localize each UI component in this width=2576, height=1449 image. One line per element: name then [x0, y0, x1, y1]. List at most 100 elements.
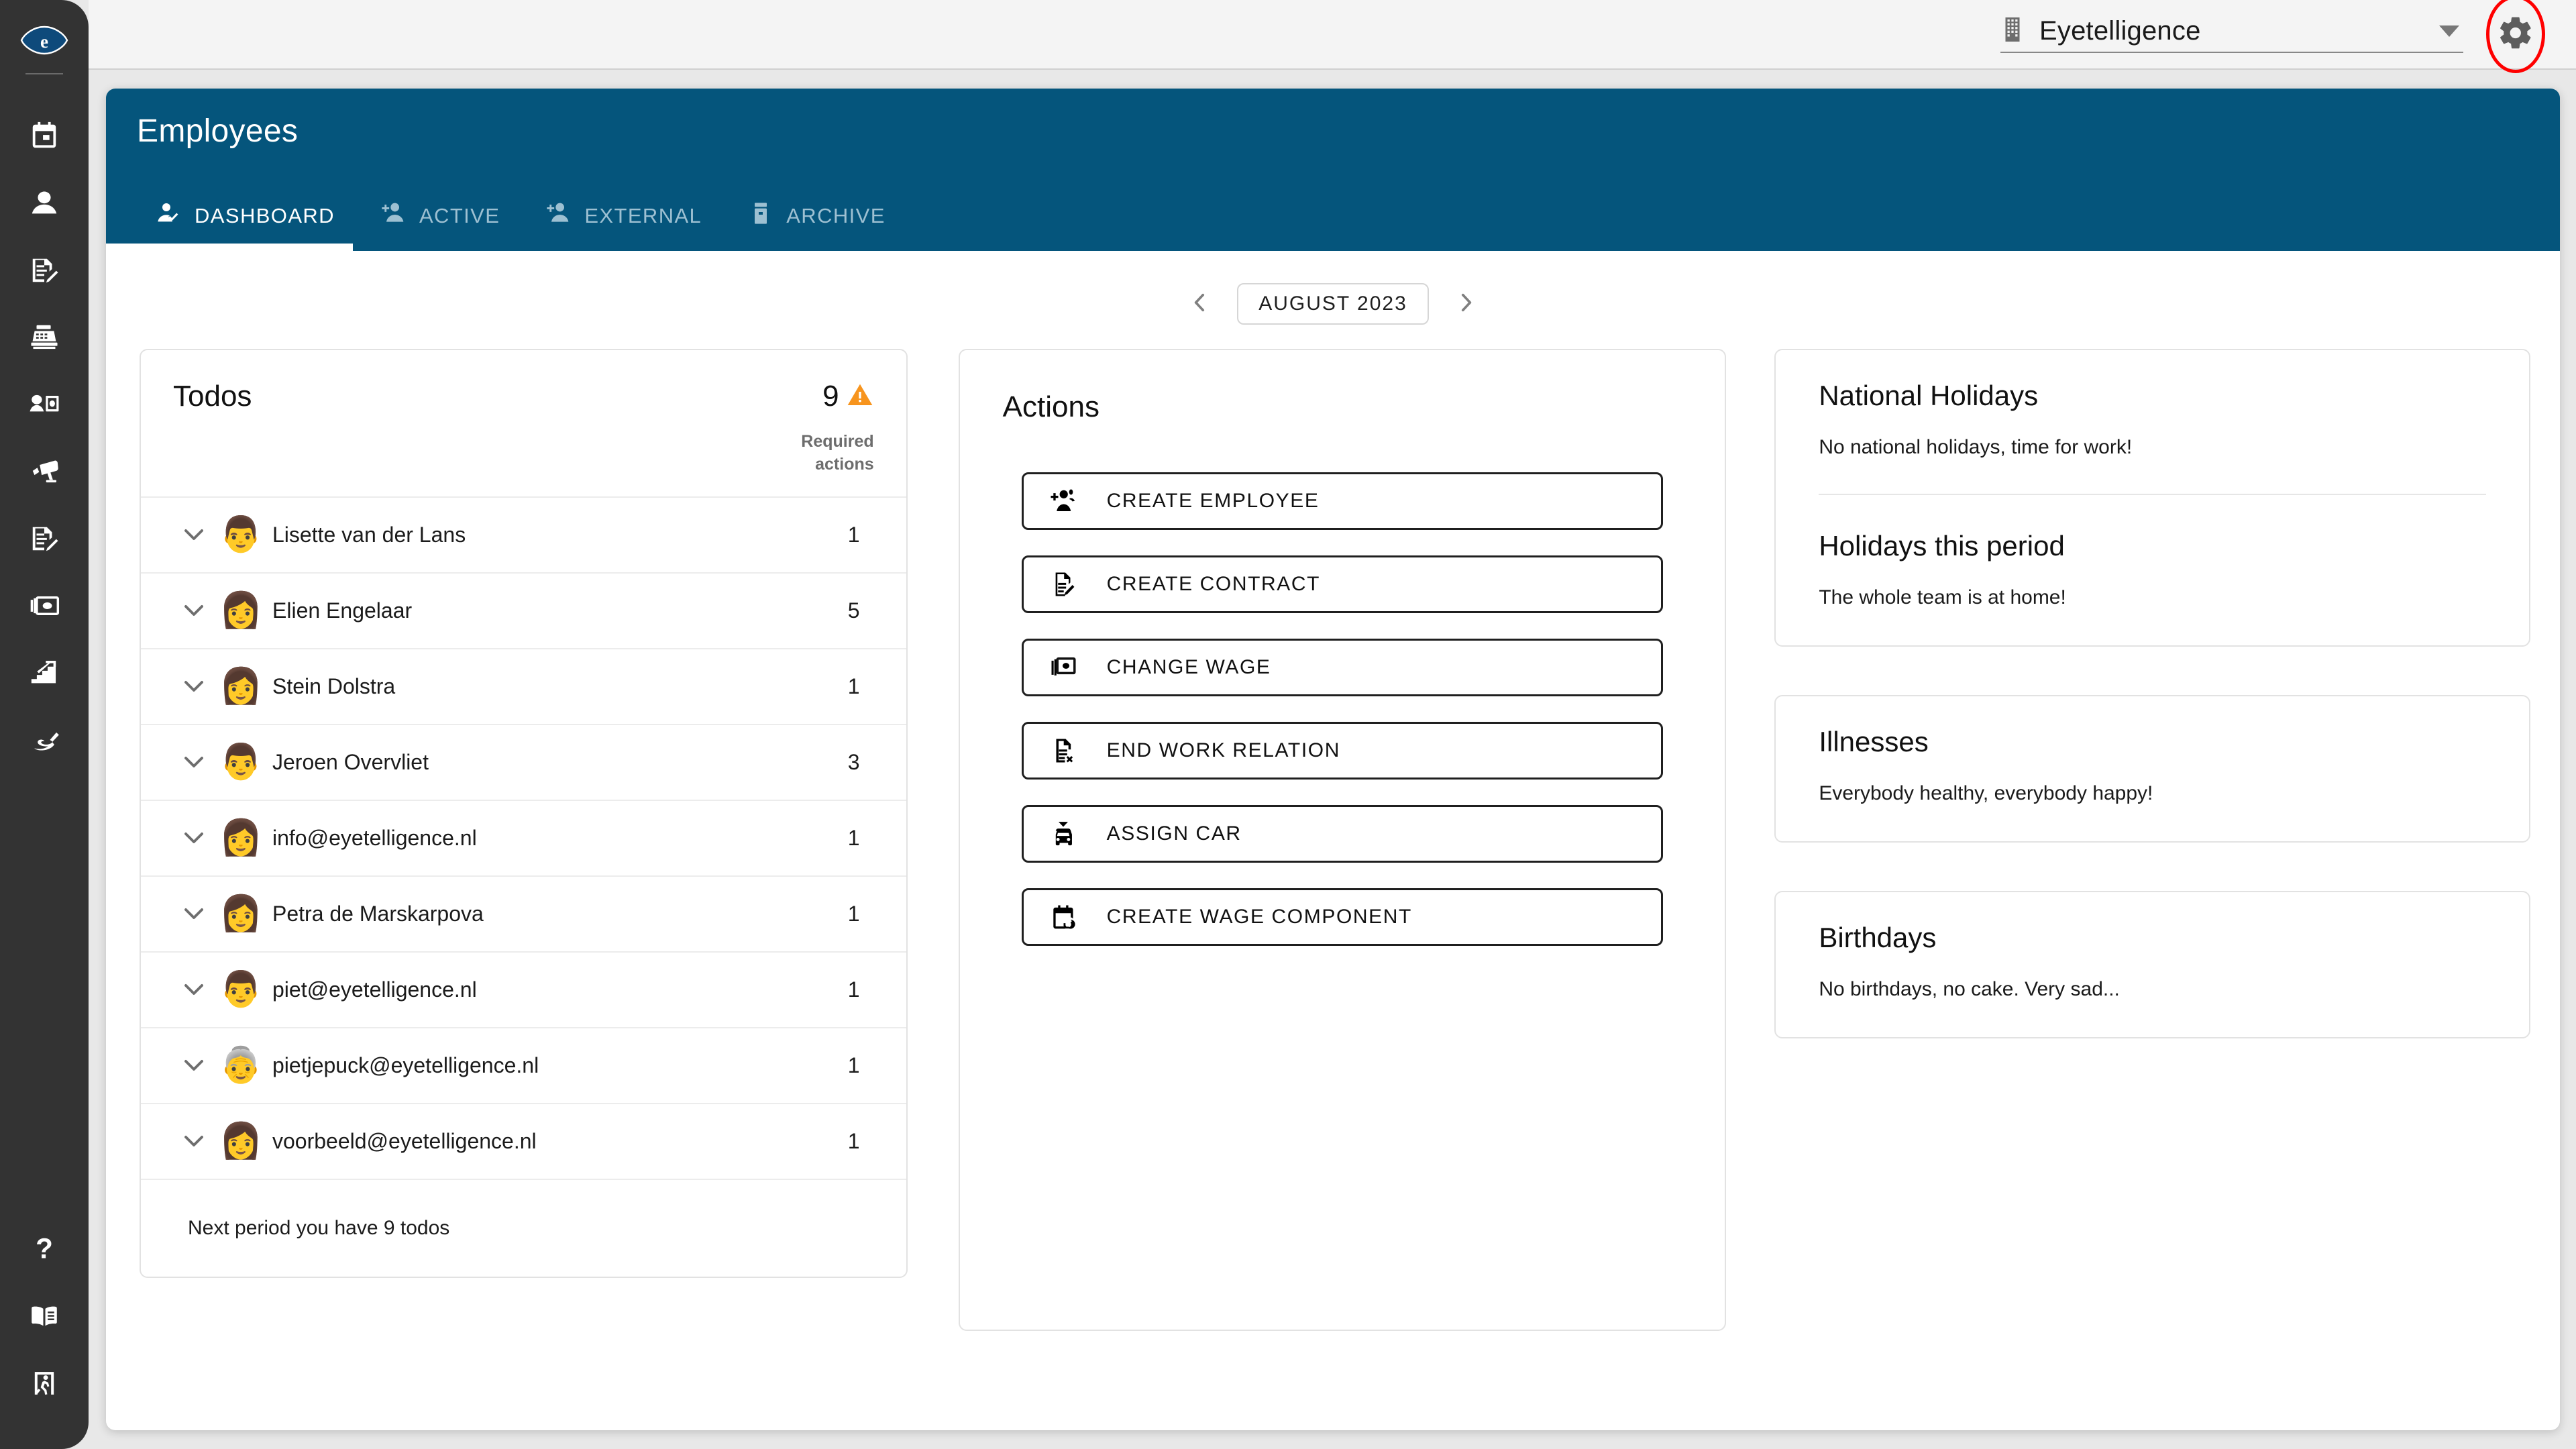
sidebar-item-wages[interactable]	[12, 574, 76, 641]
birthdays-title: Birthdays	[1819, 922, 1937, 953]
banknotes-icon	[29, 590, 60, 625]
settings-button[interactable]	[2478, 0, 2553, 73]
open-book-icon	[29, 1301, 60, 1335]
todo-name: pietjepuck@eyetelligence.nl	[272, 1053, 539, 1077]
table-row[interactable]: 👩 Stein Dolstra 1	[141, 647, 906, 724]
tab-external[interactable]: EXTERNAL	[523, 191, 724, 251]
tab-bar: DASHBOARD ACTIVE EXTERNAL ARCHIVE	[133, 191, 908, 251]
person-icon	[29, 188, 60, 222]
document-edit-alt-icon	[29, 523, 60, 557]
action-label: CREATE EMPLOYEE	[1106, 490, 1320, 512]
illnesses-body: Everybody healthy, everybody happy!	[1819, 782, 2153, 804]
next-period-button[interactable]	[1448, 284, 1484, 324]
sidebar-item-help[interactable]: ?	[12, 1217, 76, 1284]
calendar-icon	[29, 121, 60, 155]
todos-column-header: Required actions	[141, 413, 906, 496]
person-add-icon	[545, 200, 572, 232]
table-row[interactable]: 👨 Jeroen Overvliet 3	[141, 723, 906, 800]
previous-period-button[interactable]	[1182, 284, 1218, 324]
chevron-down-icon[interactable]	[168, 527, 220, 543]
sidebar-item-logout[interactable]	[12, 1351, 76, 1418]
chevron-down-icon[interactable]	[168, 906, 220, 922]
exit-door-icon	[29, 1368, 60, 1402]
actions-title: Actions	[1002, 390, 1099, 423]
todos-header: Todos 9	[141, 350, 906, 413]
cash-register-icon	[29, 322, 60, 356]
gear-icon	[2497, 14, 2534, 55]
action-label: END WORK RELATION	[1106, 739, 1340, 761]
todo-name: Petra de Marskarpova	[272, 901, 484, 926]
sidebar-item-signing[interactable]	[12, 708, 76, 775]
tab-dashboard[interactable]: DASHBOARD	[133, 191, 358, 251]
main-panel: Employees DASHBOARD ACTIVE EXTERNAL ARCH…	[106, 89, 2560, 1430]
assign-car-button[interactable]: ASSIGN CAR	[1021, 805, 1664, 863]
tab-active[interactable]: ACTIVE	[358, 191, 523, 251]
todo-required-actions: 1	[847, 522, 860, 547]
todos-column-header-line1: Required	[801, 432, 874, 451]
person-check-icon	[156, 200, 182, 232]
divider	[1819, 494, 2487, 495]
table-row[interactable]: 👵 pietjepuck@eyetelligence.nl 1	[141, 1026, 906, 1103]
svg-text:e: e	[40, 32, 48, 52]
chevron-down-icon[interactable]	[168, 1057, 220, 1073]
todo-required-actions: 1	[847, 674, 860, 698]
todo-name: Elien Engelaar	[272, 598, 413, 623]
create-employee-button[interactable]: CREATE EMPLOYEE	[1021, 472, 1664, 530]
todos-card: Todos 9 Required actions 👨 Lisette van d…	[140, 349, 908, 1278]
avatar: 👩	[219, 818, 263, 857]
person-add-group-icon	[1048, 487, 1097, 515]
question-mark-icon: ?	[29, 1232, 60, 1268]
page-header: Employees DASHBOARD ACTIVE EXTERNAL ARCH…	[106, 89, 2560, 251]
change-wage-button[interactable]: CHANGE WAGE	[1021, 639, 1664, 696]
top-bar: Eyetelligence	[89, 0, 2576, 73]
tab-label: ACTIVE	[419, 204, 500, 227]
period-label[interactable]: AUGUST 2023	[1237, 283, 1429, 325]
stairs-arrow-up-icon	[29, 657, 60, 692]
table-row[interactable]: 👩 voorbeeld@eyetelligence.nl 1	[141, 1102, 906, 1179]
sidebar-item-monitoring[interactable]	[12, 439, 76, 506]
table-row[interactable]: 👩 Petra de Marskarpova 1	[141, 875, 906, 951]
todo-name: info@eyetelligence.nl	[272, 825, 477, 850]
sidebar-item-contracts[interactable]	[12, 238, 76, 305]
company-selector[interactable]: Eyetelligence	[2000, 16, 2463, 53]
table-row[interactable]: 👩 info@eyetelligence.nl 1	[141, 799, 906, 875]
active-tab-indicator	[106, 244, 353, 251]
todo-name: piet@eyetelligence.nl	[272, 977, 477, 1002]
sidebar-item-manual[interactable]	[12, 1284, 76, 1351]
document-edit-icon	[1048, 570, 1097, 598]
archive-box-icon	[747, 200, 774, 232]
chevron-down-icon[interactable]	[168, 678, 220, 694]
chevron-down-icon[interactable]	[168, 602, 220, 619]
sidebar-item-growth[interactable]	[12, 641, 76, 708]
tab-archive[interactable]: ARCHIVE	[724, 191, 908, 251]
avatar: 👩	[219, 591, 263, 630]
tab-label: DASHBOARD	[195, 204, 335, 227]
todos-column: Todos 9 Required actions 👨 Lisette van d…	[140, 349, 908, 1278]
sidebar-item-personnel-file[interactable]	[12, 372, 76, 439]
page-title: Employees	[137, 113, 299, 149]
table-row[interactable]: 👩 Elien Engelaar 5	[141, 572, 906, 648]
sidebar-item-employees[interactable]	[12, 171, 76, 238]
create-contract-button[interactable]: CREATE CONTRACT	[1021, 555, 1664, 613]
sidebar-item-declarations[interactable]	[12, 506, 76, 574]
holidays-this-period-title: Holidays this period	[1819, 530, 2065, 561]
sidebar-item-calendar[interactable]	[12, 104, 76, 171]
table-row[interactable]: 👨 Lisette van der Lans 1	[141, 496, 906, 572]
table-row[interactable]: 👨 piet@eyetelligence.nl 1	[141, 951, 906, 1027]
create-wage-component-button[interactable]: CREATE WAGE COMPONENT	[1021, 888, 1664, 946]
todo-required-actions: 1	[847, 1128, 860, 1153]
eyetelligence-eye-logo[interactable]: e	[20, 25, 68, 58]
todo-name: voorbeeld@eyetelligence.nl	[272, 1128, 537, 1153]
chevron-down-icon[interactable]	[168, 1133, 220, 1149]
end-work-relation-button[interactable]: END WORK RELATION	[1021, 722, 1664, 780]
actions-list: CREATE EMPLOYEE CREATE CONTRACT CHANGE W…	[960, 424, 1725, 946]
chevron-down-icon[interactable]	[168, 754, 220, 770]
chevron-down-icon[interactable]	[2439, 25, 2459, 37]
tab-label: EXTERNAL	[584, 204, 702, 227]
chevron-down-icon[interactable]	[168, 830, 220, 846]
sidebar-item-payroll[interactable]	[12, 305, 76, 372]
calendar-sync-icon	[1048, 903, 1097, 931]
chevron-down-icon[interactable]	[168, 981, 220, 998]
todo-name: Stein Dolstra	[272, 674, 396, 698]
sidebar-divider	[25, 73, 63, 74]
